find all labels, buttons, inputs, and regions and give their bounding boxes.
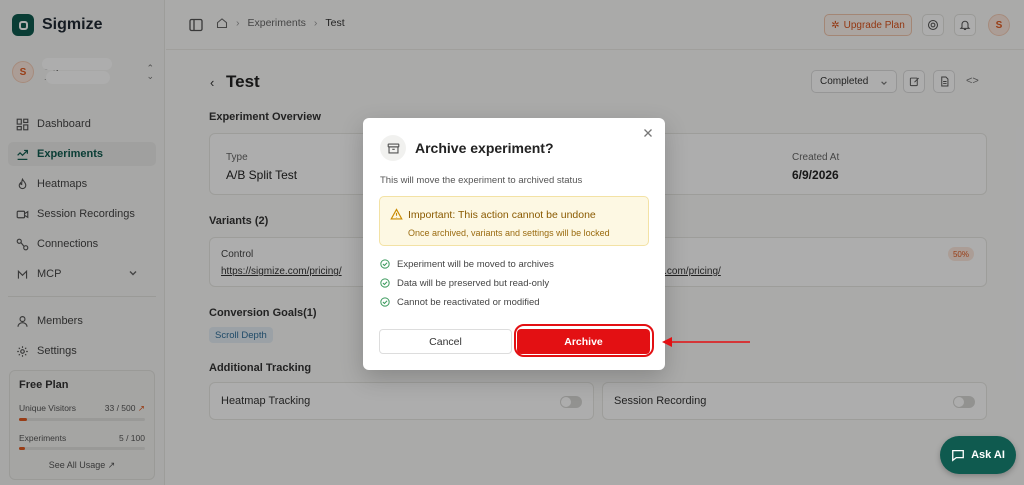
close-icon[interactable] — [643, 128, 653, 138]
warning-title: Important: This action cannot be undone — [408, 209, 596, 221]
ask-ai-button[interactable]: Ask AI — [940, 436, 1016, 474]
highlight-ring — [514, 324, 654, 357]
warning-icon — [390, 208, 403, 220]
cancel-button[interactable]: Cancel — [379, 329, 512, 354]
list-item: Cannot be reactivated or modified — [380, 296, 554, 308]
check-circle-icon — [380, 259, 390, 269]
warning-subtitle: Once archived, variants and settings wil… — [408, 228, 610, 238]
archive-icon — [380, 135, 406, 161]
chat-icon — [952, 449, 964, 462]
list-item: Data will be preserved but read-only — [380, 277, 554, 289]
check-circle-icon — [380, 297, 390, 307]
pointer-arrow-icon — [662, 337, 750, 347]
list-item: Experiment will be moved to archives — [380, 258, 554, 270]
warning-box: Important: This action cannot be undone … — [379, 196, 649, 246]
dialog-description: This will move the experiment to archive… — [380, 175, 583, 186]
dialog-title: Archive experiment? — [415, 140, 554, 156]
check-circle-icon — [380, 278, 390, 288]
consequence-list: Experiment will be moved to archives Dat… — [380, 258, 554, 315]
